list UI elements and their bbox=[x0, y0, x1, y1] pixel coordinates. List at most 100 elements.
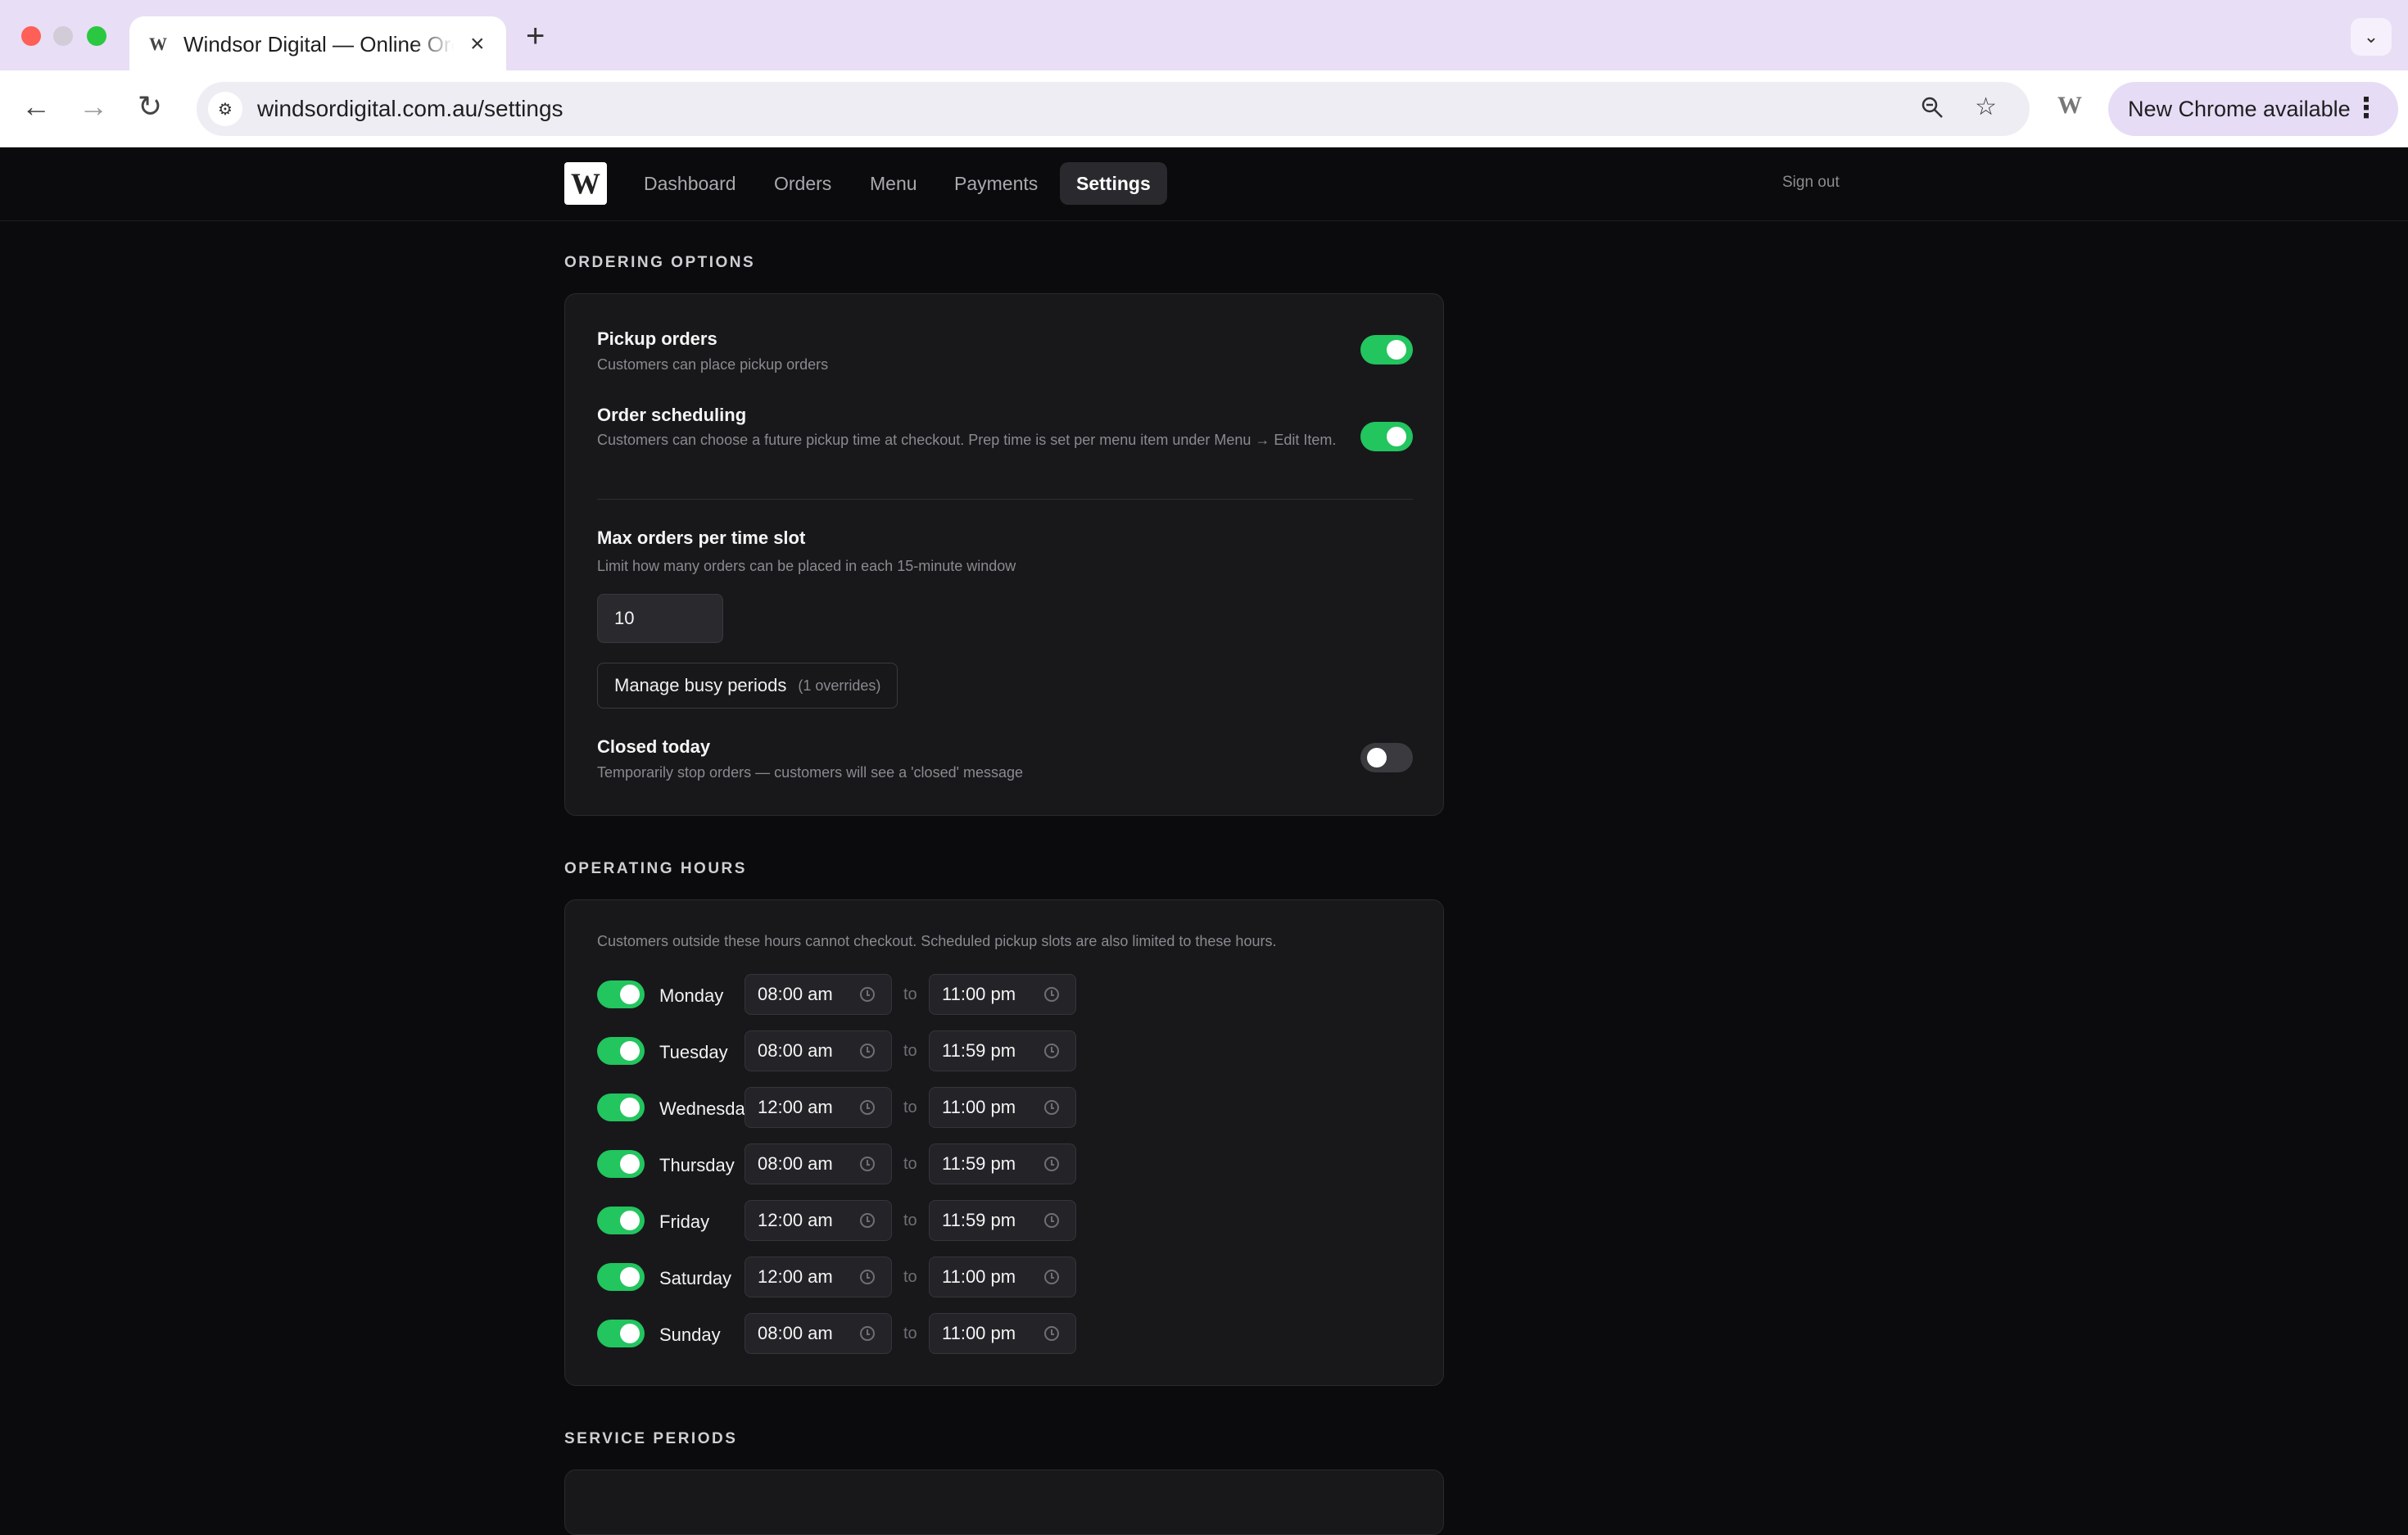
sunday-open-time[interactable]: 08:00 am bbox=[745, 1313, 892, 1354]
manage-busy-periods-button[interactable]: Manage busy periods (1 overrides) bbox=[597, 663, 898, 709]
close-tab-icon[interactable]: × bbox=[470, 32, 485, 57]
ordering-options-card: Pickup orders Customers can place pickup… bbox=[564, 293, 1444, 816]
monday-toggle[interactable] bbox=[597, 980, 645, 1008]
day-name: Tuesday bbox=[659, 1042, 728, 1062]
brand-logo[interactable]: W bbox=[564, 162, 607, 205]
chrome-update-button[interactable]: New Chrome available ⋮ bbox=[2108, 82, 2398, 136]
clock-icon bbox=[1044, 1044, 1059, 1058]
browser-menu-icon[interactable]: ⋮ bbox=[2352, 92, 2380, 125]
day-row-sunday: Sunday 08:00 am to 11:00 pm bbox=[597, 1313, 1170, 1356]
thursday-open-time[interactable]: 08:00 am bbox=[745, 1143, 892, 1184]
forward-arrow-icon[interactable]: → bbox=[79, 92, 108, 121]
sign-out-link[interactable]: Sign out bbox=[1782, 174, 1840, 192]
to-separator: to bbox=[903, 1098, 917, 1116]
clock-icon bbox=[1044, 987, 1059, 1002]
wednesday-close-time[interactable]: 11:00 pm bbox=[929, 1087, 1076, 1128]
tab-title: Windsor Digital — Online Ordering bbox=[183, 31, 454, 57]
zoom-icon[interactable] bbox=[1920, 95, 1944, 125]
clock-icon bbox=[860, 1044, 875, 1058]
ordering-options-heading: ORDERING OPTIONS bbox=[564, 254, 756, 271]
monday-open-time[interactable]: 08:00 am bbox=[745, 974, 892, 1015]
divider bbox=[597, 499, 1413, 500]
order-scheduling-toggle[interactable] bbox=[1360, 422, 1413, 451]
wednesday-open-time[interactable]: 12:00 am bbox=[745, 1087, 892, 1128]
max-orders-input[interactable]: 10 bbox=[597, 594, 723, 643]
browser-tab[interactable]: W Windsor Digital — Online Ordering × bbox=[129, 16, 506, 72]
bookmark-star-icon[interactable]: ☆ bbox=[1975, 95, 1997, 120]
tab-search-chevron-icon[interactable]: ⌄ bbox=[2351, 18, 2392, 56]
to-separator: to bbox=[903, 1211, 917, 1229]
nav-orders[interactable]: Orders bbox=[758, 162, 848, 205]
friday-toggle[interactable] bbox=[597, 1207, 645, 1234]
nav-payments[interactable]: Payments bbox=[938, 162, 1054, 205]
clock-icon bbox=[1044, 1100, 1059, 1115]
monday-close-time[interactable]: 11:00 pm bbox=[929, 974, 1076, 1015]
browser-toolbar: ← → ↻ ⚙ windsordigital.com.au/settings ☆ bbox=[0, 70, 2408, 147]
tuesday-close-time[interactable]: 11:59 pm bbox=[929, 1030, 1076, 1071]
saturday-close-time[interactable]: 11:00 pm bbox=[929, 1257, 1076, 1297]
max-orders-desc: Limit how many orders can be placed in e… bbox=[597, 558, 1016, 574]
to-separator: to bbox=[903, 985, 917, 1003]
clock-icon bbox=[1044, 1213, 1059, 1228]
saturday-open-time[interactable]: 12:00 am bbox=[745, 1257, 892, 1297]
new-tab-icon[interactable]: + bbox=[526, 18, 545, 55]
clock-icon bbox=[860, 1270, 875, 1284]
close-window-button[interactable] bbox=[21, 26, 41, 46]
nav-settings[interactable]: Settings bbox=[1060, 162, 1167, 205]
order-scheduling-desc: Customers can choose a future pickup tim… bbox=[597, 432, 1337, 448]
to-separator: to bbox=[903, 1268, 917, 1286]
pickup-orders-toggle[interactable] bbox=[1360, 335, 1413, 365]
wednesday-toggle[interactable] bbox=[597, 1094, 645, 1121]
day-row-tuesday: Tuesday 08:00 am to 11:59 pm bbox=[597, 1030, 1170, 1073]
busy-button-label: Manage busy periods bbox=[614, 675, 787, 695]
max-orders-title: Max orders per time slot bbox=[597, 528, 806, 548]
nav-menu[interactable]: Menu bbox=[853, 162, 934, 205]
tuesday-toggle[interactable] bbox=[597, 1037, 645, 1065]
closed-today-toggle[interactable] bbox=[1360, 743, 1413, 772]
thursday-toggle[interactable] bbox=[597, 1150, 645, 1178]
day-name: Monday bbox=[659, 985, 724, 1006]
nav-dashboard[interactable]: Dashboard bbox=[627, 162, 753, 205]
operating-hours-card: Customers outside these hours cannot che… bbox=[564, 899, 1444, 1386]
to-separator: to bbox=[903, 1324, 917, 1343]
back-arrow-icon[interactable]: ← bbox=[21, 92, 51, 121]
maximize-window-button[interactable] bbox=[87, 26, 106, 46]
day-name: Wednesday bbox=[659, 1098, 754, 1119]
closed-today-title: Closed today bbox=[597, 736, 711, 757]
browser-tab-strip: W Windsor Digital — Online Ordering × + … bbox=[0, 0, 2408, 72]
day-row-friday: Friday 12:00 am to 11:59 pm bbox=[597, 1200, 1170, 1243]
minimize-window-button[interactable] bbox=[53, 26, 73, 46]
thursday-close-time[interactable]: 11:59 pm bbox=[929, 1143, 1076, 1184]
clock-icon bbox=[1044, 1270, 1059, 1284]
closed-today-desc: Temporarily stop orders — customers will… bbox=[597, 764, 1024, 781]
order-scheduling-title: Order scheduling bbox=[597, 405, 747, 425]
app-header: W Dashboard Orders Menu Payments Setting… bbox=[0, 147, 2408, 221]
clock-icon bbox=[860, 1213, 875, 1228]
site-settings-icon[interactable]: ⚙ bbox=[208, 92, 242, 126]
service-periods-card bbox=[564, 1469, 1444, 1535]
clock-icon bbox=[1044, 1157, 1059, 1171]
day-name: Friday bbox=[659, 1211, 710, 1232]
to-separator: to bbox=[903, 1155, 917, 1173]
clock-icon bbox=[860, 987, 875, 1002]
day-row-saturday: Saturday 12:00 am to 11:00 pm bbox=[597, 1257, 1170, 1299]
sunday-toggle[interactable] bbox=[597, 1320, 645, 1347]
sunday-close-time[interactable]: 11:00 pm bbox=[929, 1313, 1076, 1354]
operating-hours-heading: OPERATING HOURS bbox=[564, 860, 747, 877]
friday-open-time[interactable]: 12:00 am bbox=[745, 1200, 892, 1241]
saturday-toggle[interactable] bbox=[597, 1263, 645, 1291]
service-periods-heading: SERVICE PERIODS bbox=[564, 1430, 738, 1447]
url-text[interactable]: windsordigital.com.au/settings bbox=[257, 96, 564, 122]
friday-close-time[interactable]: 11:59 pm bbox=[929, 1200, 1076, 1241]
clock-icon bbox=[860, 1157, 875, 1171]
reload-icon[interactable]: ↻ bbox=[138, 92, 162, 121]
day-name: Thursday bbox=[659, 1155, 735, 1175]
tuesday-open-time[interactable]: 08:00 am bbox=[745, 1030, 892, 1071]
pickup-orders-title: Pickup orders bbox=[597, 328, 717, 349]
operating-hours-intro: Customers outside these hours cannot che… bbox=[597, 933, 1277, 949]
address-bar[interactable]: ⚙ windsordigital.com.au/settings ☆ bbox=[197, 82, 2030, 136]
extension-icon[interactable]: W bbox=[2057, 92, 2082, 120]
day-row-wednesday: Wednesday 12:00 am to 11:00 pm bbox=[597, 1087, 1170, 1130]
clock-icon bbox=[860, 1326, 875, 1341]
day-name: Saturday bbox=[659, 1268, 732, 1288]
